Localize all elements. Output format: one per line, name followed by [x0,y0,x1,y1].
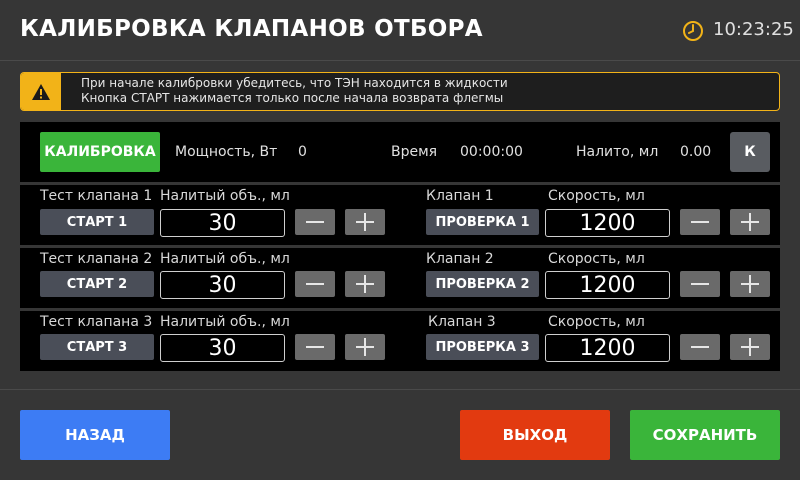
start-button[interactable]: СТАРТ 1 [40,209,154,235]
check-button[interactable]: ПРОВЕРКА 2 [426,271,539,297]
speed-label: Скорость, мл [548,251,645,267]
volume-label: Налитый объ., мл [160,314,290,330]
volume-plus-button[interactable] [345,334,385,360]
speed-minus-button[interactable] [680,334,720,360]
speed-plus-button[interactable] [730,209,770,235]
volume-label: Налитый объ., мл [160,188,290,204]
check-button[interactable]: ПРОВЕРКА 1 [426,209,539,235]
speed-plus-button[interactable] [730,334,770,360]
minus-icon [306,283,324,285]
minus-icon [691,283,709,285]
test-label: Тест клапана 3 [40,314,153,330]
footer-divider [0,389,800,390]
warning-text: При начале калибровки убедитесь, что ТЭН… [81,76,508,106]
speed-plus-button[interactable] [730,271,770,297]
volume-plus-button[interactable] [345,271,385,297]
plus-icon [356,338,374,356]
save-button[interactable]: СОХРАНИТЬ [630,410,780,460]
test-label: Тест клапана 1 [40,188,153,204]
warning-line-2: Кнопка СТАРТ нажимается только после нач… [81,91,504,105]
warning-icon [32,83,50,100]
plus-icon [741,275,759,293]
page-title: КАЛИБРОВКА КЛАПАНОВ ОТБОРА [20,16,483,42]
plus-icon [741,213,759,231]
valve-label: Клапан 1 [426,188,494,204]
clock-time: 10:23:25 [713,19,794,40]
speed-input[interactable]: 1200 [545,209,670,237]
poured-label: Налито, мл [576,144,659,160]
time-label: Время [391,144,438,160]
volume-input[interactable]: 30 [160,271,285,299]
minus-icon [691,221,709,223]
volume-input[interactable]: 30 [160,334,285,362]
test-label: Тест клапана 2 [40,251,153,267]
warning-line-1: При начале калибровки убедитесь, что ТЭН… [81,76,508,90]
header-divider [0,60,800,61]
clock-icon [683,21,703,41]
back-button[interactable]: НАЗАД [20,410,170,460]
warning-strip [21,73,61,110]
volume-plus-button[interactable] [345,209,385,235]
time-value: 00:00:00 [460,144,523,160]
volume-minus-button[interactable] [295,334,335,360]
plus-icon [356,213,374,231]
power-value: 0 [298,144,307,160]
poured-value: 0.00 [680,144,712,160]
valve-label: Клапан 2 [426,251,494,267]
minus-icon [306,221,324,223]
speed-label: Скорость, мл [548,314,645,330]
check-button[interactable]: ПРОВЕРКА 3 [426,334,539,360]
minus-icon [691,346,709,348]
start-button[interactable]: СТАРТ 2 [40,271,154,297]
plus-icon [741,338,759,356]
start-button[interactable]: СТАРТ 3 [40,334,154,360]
warning-banner: При начале калибровки убедитесь, что ТЭН… [20,72,780,111]
minus-icon [306,346,324,348]
k-button[interactable]: К [730,132,770,172]
speed-input[interactable]: 1200 [545,334,670,362]
valve-label: Клапан 3 [428,314,496,330]
volume-minus-button[interactable] [295,209,335,235]
speed-minus-button[interactable] [680,209,720,235]
power-label: Мощность, Вт [175,144,278,160]
speed-minus-button[interactable] [680,271,720,297]
speed-label: Скорость, мл [548,188,645,204]
volume-minus-button[interactable] [295,271,335,297]
speed-input[interactable]: 1200 [545,271,670,299]
volume-input[interactable]: 30 [160,209,285,237]
plus-icon [356,275,374,293]
calibrate-button[interactable]: КАЛИБРОВКА [40,132,160,172]
volume-label: Налитый объ., мл [160,251,290,267]
exit-button[interactable]: ВЫХОД [460,410,610,460]
